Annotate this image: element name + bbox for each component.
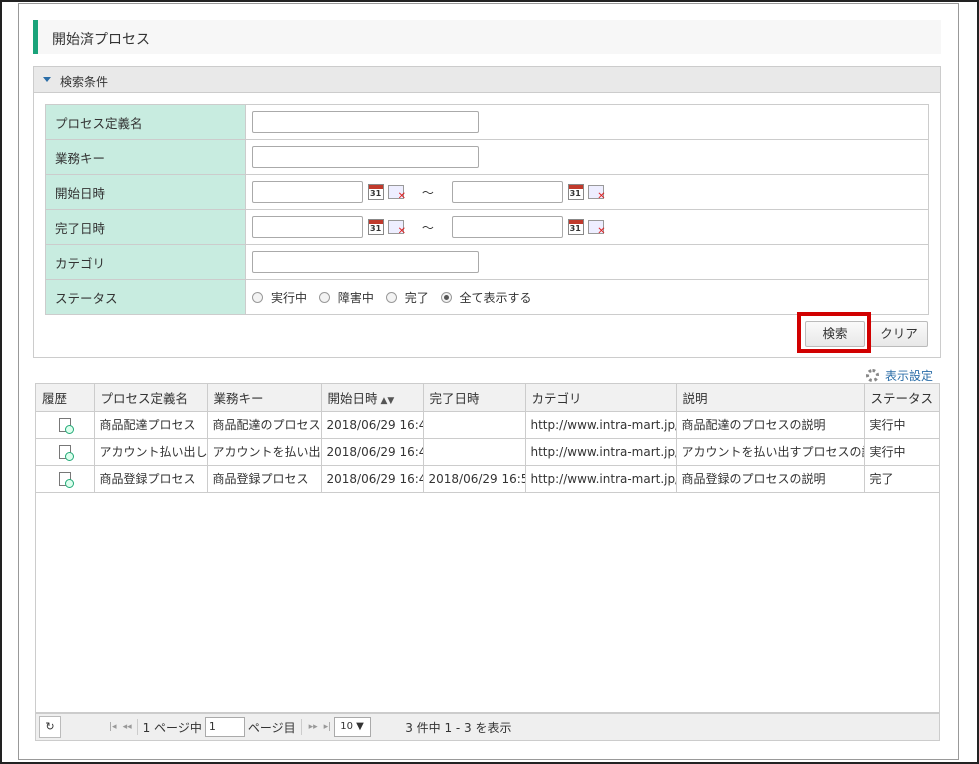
page-number-input[interactable]: 1 [204,717,245,737]
cell-business-key: アカウントを払い出 [207,438,322,466]
calendar-icon[interactable]: 31 [368,184,384,200]
pager: ↻ |◂ ◂◂ 1 ページ中 1 ページ目 ▸▸ ▸| 10 ▼ 3 件中 1 … [35,713,940,741]
cell-end-date [423,411,526,439]
radio-icon[interactable] [318,291,330,303]
cell-description: 商品登録のプロセスの説明 [676,465,865,493]
cell-process-def-name: 商品配達プロセス [94,411,208,439]
clear-date-icon[interactable] [587,185,606,202]
column-header-description[interactable]: 説明 [676,384,865,412]
status-radio-group: 実行中 障害中 完了 全て表示する [245,279,929,315]
gear-icon [866,369,879,382]
cell-business-key: 商品登録プロセス [207,465,322,493]
cell-category: http://www.intra-mart.jp/im_ [525,411,677,439]
cell-description: 商品配達のプロセスの説明 [676,411,865,439]
business-key-input[interactable] [252,146,479,168]
range-separator: ～ [421,185,434,200]
end-date-to-input[interactable] [451,216,563,238]
pager-divider [136,719,138,735]
calendar-icon[interactable]: 31 [368,219,384,235]
table-row[interactable]: アカウント払い出し アカウントを払い出 2018/06/29 16:49: ht… [36,438,939,466]
column-header-business-key[interactable]: 業務キー [207,384,322,412]
cell-status: 実行中 [864,438,939,466]
last-page-icon[interactable]: ▸| [324,722,332,732]
prev-page-icon[interactable]: ◂◂ [123,722,132,732]
calendar-icon[interactable]: 31 [567,219,584,235]
cell-business-key: 商品配達のプロセス [207,411,322,439]
column-header-process-def-name[interactable]: プロセス定義名 [94,384,208,412]
cell-category: http://www.intra-mart.jp/im_ [525,465,677,493]
per-page-select[interactable]: 10 ▼ [334,717,372,737]
table-row[interactable]: 商品登録プロセス 商品登録プロセス 2018/06/29 16:48: 2018… [36,465,939,493]
cell-start-date: 2018/06/29 16:49: [321,411,424,439]
sort-icon[interactable]: ▲▼ [381,396,395,406]
search-button-highlight [797,312,871,353]
cell-category: http://www.intra-mart.jp/im_ [525,438,677,466]
end-date-from-input[interactable] [252,216,363,238]
category-label: カテゴリ [45,244,246,280]
search-conditions-label: 検索条件 [60,75,109,89]
next-page-icon[interactable]: ▸▸ [309,722,318,732]
cell-start-date: 2018/06/29 16:49: [321,438,424,466]
start-date-from-input[interactable] [252,181,363,203]
page-prefix: 1 ページ中 [142,720,202,735]
table-row[interactable]: 商品配達プロセス 商品配達のプロセス 2018/06/29 16:49: htt… [36,411,939,439]
column-header-status[interactable]: ステータス [864,384,939,412]
cell-status: 完了 [864,465,939,493]
pager-divider [300,719,302,735]
category-input[interactable] [252,251,479,273]
process-def-name-input[interactable] [252,111,479,133]
range-separator: ～ [421,220,434,235]
page-suffix: ページ目 [247,720,296,735]
first-page-icon[interactable]: |◂ [109,722,117,732]
collapse-triangle-icon[interactable] [43,77,51,82]
start-date-label: 開始日時 [45,174,246,210]
clear-date-icon[interactable] [388,185,406,202]
refresh-icon[interactable]: ↻ [39,716,61,738]
clear-button[interactable]: クリア [870,321,928,347]
end-date-label: 完了日時 [45,209,246,245]
status-label: ステータス [45,279,246,315]
history-icon[interactable] [58,444,74,461]
page-title-bar: 開始済プロセス [33,20,941,54]
radio-selected-icon[interactable] [440,291,452,303]
cell-process-def-name: アカウント払い出し [94,438,208,466]
cell-status: 実行中 [864,411,939,439]
business-key-label: 業務キー [45,139,246,175]
radio-icon[interactable] [385,291,397,303]
status-radio-running[interactable]: 実行中 [252,289,307,306]
column-header-start-date[interactable]: 開始日時 ▲▼ [321,384,424,412]
column-header-end-date[interactable]: 完了日時 [423,384,526,412]
result-summary: 3 件中 1 - 3 を表示 [405,720,512,735]
page-title: 開始済プロセス [52,32,150,48]
column-header-category[interactable]: カテゴリ [525,384,677,412]
cell-end-date [423,438,526,466]
clear-date-icon[interactable] [388,220,406,237]
search-conditions-toggle[interactable]: 検索条件 [34,67,940,93]
cell-process-def-name: 商品登録プロセス [94,465,208,493]
radio-icon[interactable] [252,291,263,303]
status-radio-all[interactable]: 全て表示する [440,289,532,306]
status-radio-error[interactable]: 障害中 [318,289,374,306]
search-conditions-table: プロセス定義名 業務キー 開始日時 31 ～ 31 [45,104,929,315]
history-icon[interactable] [58,417,74,434]
status-radio-completed[interactable]: 完了 [385,289,429,306]
cell-start-date: 2018/06/29 16:48: [321,465,424,493]
cell-end-date: 2018/06/29 16:50: [423,465,526,493]
history-icon[interactable] [58,471,74,488]
process-def-name-label: プロセス定義名 [45,104,246,140]
calendar-icon[interactable]: 31 [567,184,584,200]
start-date-to-input[interactable] [451,181,563,203]
display-setting-link[interactable]: 表示設定 [866,367,933,384]
process-grid: 履歴 プロセス定義名 業務キー 開始日時 ▲▼ 完了日時 カテゴリ 説明 ステータ… [35,383,940,713]
clear-date-icon[interactable] [587,220,606,237]
column-header-history[interactable]: 履歴 [36,384,95,412]
cell-description: アカウントを払い出すプロセスの説 [676,438,865,466]
